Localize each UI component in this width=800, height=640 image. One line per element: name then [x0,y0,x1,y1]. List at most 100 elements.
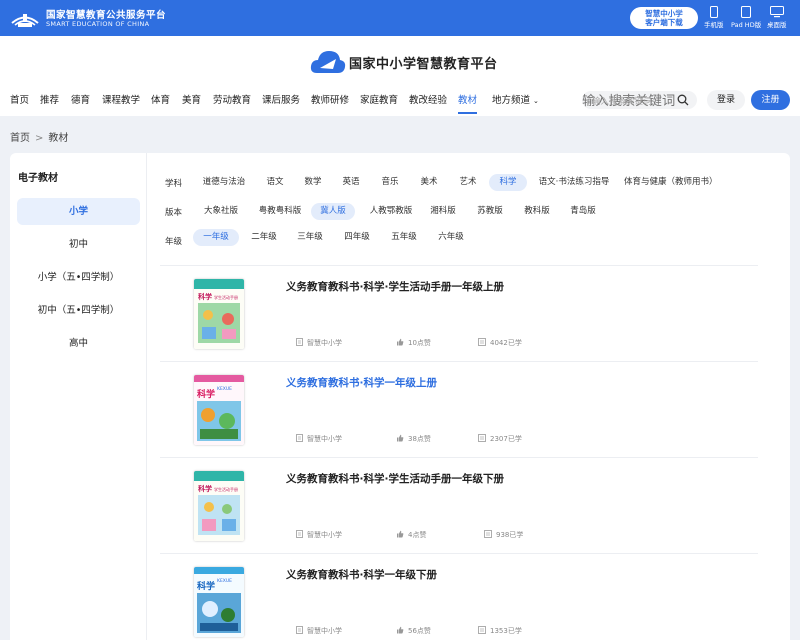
edition-chip-yuejiao[interactable]: 粤教粤科版 [255,203,305,220]
divider [160,361,758,362]
book-icon [484,530,492,538]
book-title[interactable]: 义务教育教科书·科学一年级上册 [286,375,437,390]
grade-chip-2[interactable]: 二年级 [249,229,279,246]
edition-chip-jiren[interactable]: 冀人版 [311,203,355,220]
book-learners: 2307已学 [478,434,522,444]
brand-title: 国家中小学智慧教育平台 [349,57,498,72]
grade-chip-4[interactable]: 四年级 [342,229,372,246]
textbook-item[interactable]: 科学 学生活动手册 义务教育教科书·科学·学生活动手册一年级上册 智慧中小学 1… [160,272,758,368]
edition-chip-qingdao[interactable]: 青岛版 [568,203,598,220]
edition-chip-xiangke[interactable]: 湘科版 [428,203,458,220]
nav-home[interactable]: 首页 [10,92,29,114]
subject-chip-morality[interactable]: 道德与法治 [198,174,250,191]
textbook-item[interactable]: 科学 KEXUE 义务教育教科书·科学一年级下册 智慧中小学 56点赞 1353… [160,560,758,640]
grade-chip-1[interactable]: 一年级 [193,229,239,246]
textbook-item[interactable]: 科学 学生活动手册 义务教育教科书·科学·学生活动手册一年级下册 智慧中小学 4… [160,464,758,560]
cover-band [194,279,244,289]
platform-subtitle: SMART EDUCATION OF CHINA [46,20,150,28]
sidebar-item-primary-54[interactable]: 小学（五•四学制） [17,264,140,291]
search-icon[interactable] [677,94,689,106]
main-header: 国家中小学智慧教育平台 首页 推荐 德育 课程教学 体育 美育 劳动教育 课后服… [0,36,800,116]
grade-chip-3[interactable]: 三年级 [295,229,325,246]
subject-chip-calligraphy[interactable]: 语文·书法练习指导 [538,174,610,191]
search-placeholder: 输入搜索关键词 [592,97,652,107]
edition-chip-jiaoke[interactable]: 教科版 [522,203,552,220]
edition-chip-sujiao[interactable]: 苏教版 [475,203,505,220]
nav-after-school[interactable]: 课后服务 [262,92,300,114]
subject-chip-music[interactable]: 音乐 [377,174,403,191]
client-download-button[interactable]: 智慧中小学 客户端下载 [630,7,698,29]
grade-chip-6[interactable]: 六年级 [436,229,466,246]
mobile-version-link[interactable]: 手机版 [704,6,724,29]
pad-version-link[interactable]: Pad HD版 [731,6,761,29]
brand-cloud-icon [310,51,346,73]
book-title[interactable]: 义务教育教科书·科学·学生活动手册一年级上册 [286,279,504,294]
thumbs-up-icon [397,434,404,442]
svg-text:科学: 科学 [197,580,215,592]
book-cover-image[interactable]: 科学 学生活动手册 [194,279,244,349]
nav-reform-experience[interactable]: 教改经验 [409,92,447,114]
edition-chip-daxiang[interactable]: 大象社版 [201,203,241,220]
nav-teacher-training[interactable]: 教师研修 [311,92,349,114]
login-button[interactable]: 登录 [707,90,745,110]
book-cover-image[interactable]: 科学 学生活动手册 [194,471,244,541]
nav-course-teaching[interactable]: 课程教学 [102,92,140,114]
chevron-down-icon: ⌄ [533,97,539,105]
cover-band [194,375,244,382]
book-title[interactable]: 义务教育教科书·科学一年级下册 [286,567,437,582]
divider [160,457,758,458]
svg-text:学生活动手册: 学生活动手册 [214,486,238,492]
breadcrumb-current: 教材 [48,133,69,144]
sidebar-title: 电子教材 [18,173,58,184]
book-cover-image[interactable]: 科学 KEXUE [194,375,244,445]
svg-text:科学: 科学 [198,292,212,301]
book-likes: 4点赞 [396,530,426,540]
sidebar-item-primary[interactable]: 小学 [17,198,140,225]
svg-text:KEXUE: KEXUE [217,578,232,584]
edition-filter-label: 版本 [165,208,183,218]
breadcrumb-home[interactable]: 首页 [10,133,30,144]
book-cover-image[interactable]: 科学 KEXUE [194,567,244,637]
grade-chip-5[interactable]: 五年级 [389,229,419,246]
nav-textbooks[interactable]: 教材 [458,92,478,114]
sidebar-item-junior[interactable]: 初中 [17,231,140,258]
subject-chip-chinese[interactable]: 语文 [262,174,288,191]
phone-icon [709,6,718,18]
desktop-version-link[interactable]: 桌面版 [767,6,787,29]
register-button[interactable]: 注册 [751,90,790,110]
platform-logo-icon [11,14,39,27]
subject-chip-english[interactable]: 英语 [338,174,364,191]
svg-text:学生活动手册: 学生活动手册 [214,294,238,300]
book-learners: 1353已学 [478,626,522,636]
subject-filter-label: 学科 [165,179,183,189]
thumbs-up-icon [397,530,404,538]
book-title[interactable]: 义务教育教科书·科学·学生活动手册一年级下册 [286,471,504,486]
textbook-item[interactable]: 科学 KEXUE 义务教育教科书·科学一年级上册 智慧中小学 38点赞 2307… [160,368,758,464]
book-publisher: 智慧中小学 [296,626,342,636]
document-icon [296,626,303,634]
subject-chip-pe-teacher[interactable]: 体育与健康（教师用书） [624,174,718,191]
subject-chip-math[interactable]: 数学 [300,174,326,191]
thumbs-up-icon [397,338,404,346]
nav-labor[interactable]: 劳动教育 [213,92,251,114]
nav-recommend[interactable]: 推荐 [40,92,59,114]
main-nav: 首页 推荐 德育 课程教学 体育 美育 劳动教育 课后服务 教师研修 家庭教育 … [0,92,580,116]
sidebar: 电子教材 小学 初中 小学（五•四学制） 初中（五•四学制） 高中 [10,153,147,640]
book-icon [478,434,486,442]
nav-sports[interactable]: 体育 [151,92,170,114]
nav-aesthetics[interactable]: 美育 [182,92,201,114]
nav-local-channel[interactable]: 地方频道 ⌄ [492,92,539,114]
sidebar-item-junior-54[interactable]: 初中（五•四学制） [17,297,140,324]
nav-moral[interactable]: 德育 [71,92,90,114]
edition-chip-renjiao-ejiao[interactable]: 人教鄂教版 [366,203,416,220]
subject-chip-arts[interactable]: 艺术 [455,174,481,191]
nav-family-education[interactable]: 家庭教育 [360,92,398,114]
book-learners: 938已学 [484,530,523,540]
sidebar-item-senior[interactable]: 高中 [17,330,140,357]
subject-chip-science[interactable]: 科学 [489,174,527,191]
grade-filter-label: 年级 [165,237,183,247]
breadcrumb-separator: > [35,133,44,144]
document-icon [296,338,303,346]
tablet-icon [741,6,752,18]
subject-chip-art[interactable]: 美术 [416,174,442,191]
